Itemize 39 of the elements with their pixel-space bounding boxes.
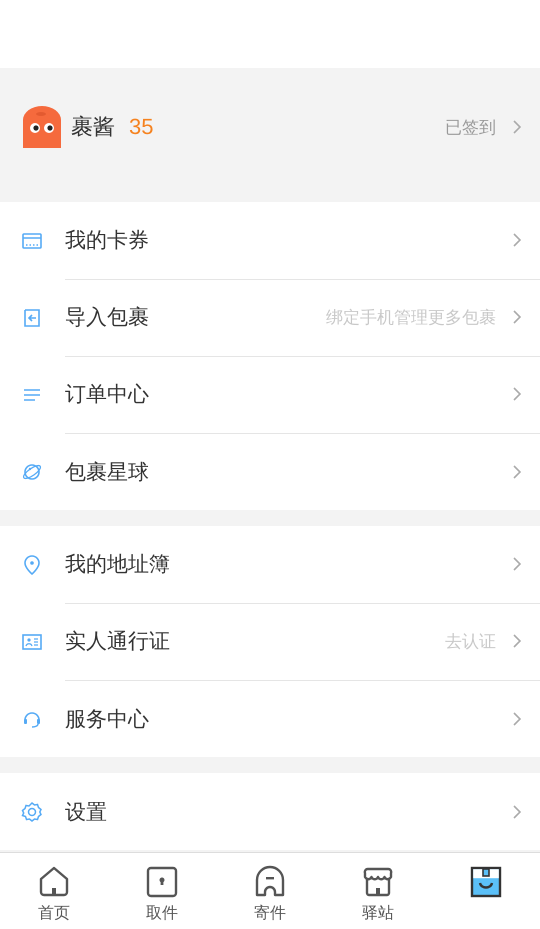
tab[interactable]: 取件 — [108, 853, 216, 929]
checkin-status: 已签到 — [445, 116, 496, 138]
menu-item[interactable]: 设置 — [0, 773, 540, 850]
location-pin-icon — [21, 554, 43, 576]
chevron-right-icon — [512, 309, 522, 325]
chevron-right-icon — [512, 119, 522, 135]
menu-label: 服务中心 — [65, 706, 149, 732]
menu-item[interactable]: 包裹星球 — [0, 433, 540, 510]
chevron-right-icon — [512, 386, 522, 402]
store-icon — [361, 865, 395, 899]
shopping-bag-icon — [469, 865, 503, 899]
menu-label: 设置 — [65, 798, 107, 826]
chevron-right-icon — [512, 556, 522, 572]
menu-label: 订单中心 — [65, 381, 149, 408]
mailbox-icon — [253, 865, 287, 899]
chevron-right-icon — [512, 464, 522, 480]
menu-item[interactable]: 订单中心 — [0, 356, 540, 433]
menu-label: 我的卡券 — [65, 227, 149, 254]
menu-label: 实人通行证 — [65, 628, 170, 655]
menu-item[interactable]: 服务中心 — [0, 680, 540, 757]
import-icon — [21, 306, 43, 328]
avatar-icon — [23, 106, 61, 148]
user-name: 裹酱 — [71, 114, 115, 142]
chevron-right-icon — [512, 633, 522, 649]
chevron-right-icon — [512, 232, 522, 248]
lock-box-icon — [145, 865, 179, 899]
menu-label: 我的地址簿 — [65, 551, 170, 578]
menu-label: 包裹星球 — [65, 458, 149, 486]
tab[interactable]: 驿站 — [324, 853, 432, 929]
points-count: 35 — [129, 114, 154, 140]
menu-item[interactable]: 我的卡券 — [0, 202, 540, 279]
gear-icon — [21, 800, 43, 822]
chevron-right-icon — [512, 710, 522, 726]
tab[interactable]: 寄件 — [216, 853, 324, 929]
home-icon — [37, 865, 71, 899]
menu-item[interactable]: 我的地址簿 — [0, 526, 540, 603]
chevron-right-icon — [512, 804, 522, 820]
tab[interactable]: 首页 — [0, 853, 108, 929]
menu-label: 导入包裹 — [65, 304, 149, 331]
